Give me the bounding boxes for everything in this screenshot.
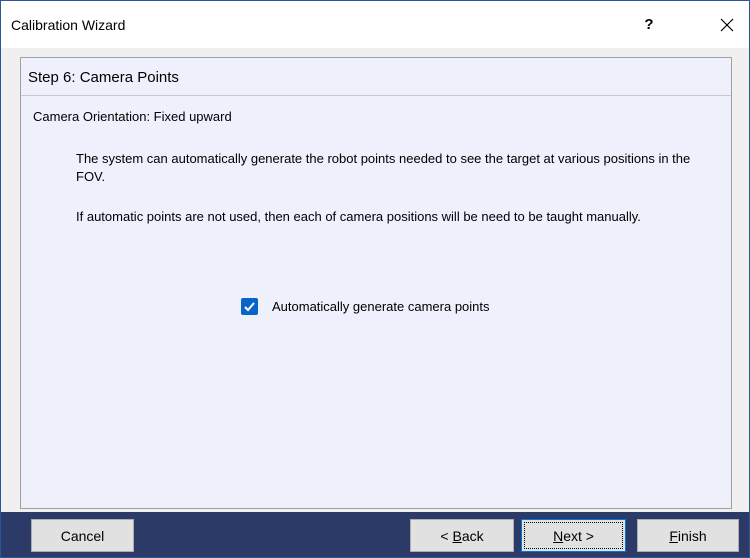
divider <box>21 95 731 96</box>
finish-button[interactable]: Finish <box>637 519 739 552</box>
auto-generate-checkbox-label[interactable]: Automatically generate camera points <box>272 299 490 314</box>
wizard-page: Step 6: Camera Points Camera Orientation… <box>20 57 732 509</box>
description-paragraph-2: If automatic points are not used, then e… <box>76 209 641 224</box>
next-button[interactable]: Next > <box>521 519 626 552</box>
finish-label-rest: inish <box>677 527 707 544</box>
auto-generate-checkbox-row[interactable]: Automatically generate camera points <box>241 298 490 315</box>
cancel-button[interactable]: Cancel <box>31 519 134 552</box>
back-button[interactable]: < Back <box>410 519 514 552</box>
auto-generate-checkbox[interactable] <box>241 298 258 315</box>
camera-orientation-label: Camera Orientation: Fixed upward <box>33 109 232 124</box>
calibration-wizard-dialog: Calibration Wizard ? Step 6: Camera Poin… <box>0 0 750 558</box>
checkmark-icon <box>244 302 255 312</box>
back-prefix: < <box>440 527 453 544</box>
window-title: Calibration Wizard <box>11 17 126 33</box>
button-bar: Cancel < Back Next > Finish <box>1 512 749 557</box>
close-button[interactable] <box>704 1 749 48</box>
next-accelerator: N <box>553 527 564 544</box>
back-accelerator: B <box>452 527 462 544</box>
help-button[interactable]: ? <box>627 1 671 48</box>
next-label-rest: ext > <box>563 527 594 544</box>
title-bar: Calibration Wizard ? <box>1 1 749 48</box>
close-icon <box>720 18 733 31</box>
step-title: Step 6: Camera Points <box>28 69 179 86</box>
description-paragraph-1: The system can automatically generate th… <box>76 151 691 184</box>
finish-accelerator: F <box>669 527 678 544</box>
back-label-rest: ack <box>461 527 484 544</box>
